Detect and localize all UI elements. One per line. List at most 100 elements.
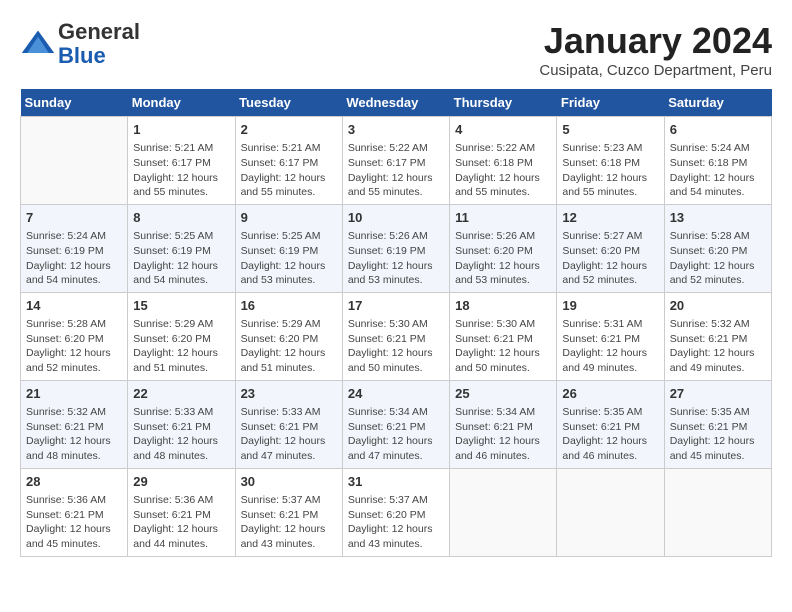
day-info: Sunrise: 5:30 AMSunset: 6:21 PMDaylight:… — [348, 317, 444, 376]
day-info: Sunrise: 5:34 AMSunset: 6:21 PMDaylight:… — [348, 405, 444, 464]
day-info: Sunrise: 5:32 AMSunset: 6:21 PMDaylight:… — [26, 405, 122, 464]
day-info: Sunrise: 5:26 AMSunset: 6:19 PMDaylight:… — [348, 229, 444, 288]
day-info: Sunrise: 5:25 AMSunset: 6:19 PMDaylight:… — [133, 229, 229, 288]
day-info: Sunrise: 5:36 AMSunset: 6:21 PMDaylight:… — [26, 493, 122, 552]
calendar-cell: 22 Sunrise: 5:33 AMSunset: 6:21 PMDayligh… — [128, 380, 235, 468]
day-number: 11 — [455, 209, 551, 227]
week-row-4: 21 Sunrise: 5:32 AMSunset: 6:21 PMDayligh… — [21, 380, 772, 468]
day-number: 21 — [26, 385, 122, 403]
day-number: 5 — [562, 121, 658, 139]
day-info: Sunrise: 5:31 AMSunset: 6:21 PMDaylight:… — [562, 317, 658, 376]
day-number: 14 — [26, 297, 122, 315]
calendar-cell: 25 Sunrise: 5:34 AMSunset: 6:21 PMDayligh… — [450, 380, 557, 468]
day-number: 4 — [455, 121, 551, 139]
calendar-cell: 27Sunrise: 5:35 AMSunset: 6:21 PMDayligh… — [664, 380, 771, 468]
calendar-cell: 1 Sunrise: 5:21 AMSunset: 6:17 PMDaylight… — [128, 117, 235, 205]
calendar-cell: 8 Sunrise: 5:25 AMSunset: 6:19 PMDaylight… — [128, 204, 235, 292]
day-info: Sunrise: 5:24 AMSunset: 6:19 PMDaylight:… — [26, 229, 122, 288]
logo-general: General — [58, 19, 140, 44]
location: Cusipata, Cuzco Department, Peru — [539, 62, 772, 79]
day-number: 29 — [133, 473, 229, 491]
day-info: Sunrise: 5:21 AMSunset: 6:17 PMDaylight:… — [133, 141, 229, 200]
col-header-wednesday: Wednesday — [342, 89, 449, 117]
day-info: Sunrise: 5:37 AMSunset: 6:20 PMDaylight:… — [348, 493, 444, 552]
day-number: 25 — [455, 385, 551, 403]
title-block: January 2024 Cusipata, Cuzco Department,… — [539, 20, 772, 79]
day-number: 30 — [241, 473, 337, 491]
day-info: Sunrise: 5:26 AMSunset: 6:20 PMDaylight:… — [455, 229, 551, 288]
calendar-cell — [664, 468, 771, 556]
col-header-thursday: Thursday — [450, 89, 557, 117]
day-info: Sunrise: 5:37 AMSunset: 6:21 PMDaylight:… — [241, 493, 337, 552]
calendar-cell — [21, 117, 128, 205]
day-info: Sunrise: 5:30 AMSunset: 6:21 PMDaylight:… — [455, 317, 551, 376]
calendar-cell: 2Sunrise: 5:21 AMSunset: 6:17 PMDaylight… — [235, 117, 342, 205]
calendar-cell: 6 Sunrise: 5:24 AMSunset: 6:18 PMDaylight… — [664, 117, 771, 205]
col-header-sunday: Sunday — [21, 89, 128, 117]
calendar-cell: 30 Sunrise: 5:37 AMSunset: 6:21 PMDayligh… — [235, 468, 342, 556]
day-info: Sunrise: 5:27 AMSunset: 6:20 PMDaylight:… — [562, 229, 658, 288]
col-header-tuesday: Tuesday — [235, 89, 342, 117]
logo-blue: Blue — [58, 43, 106, 68]
logo-icon — [20, 26, 56, 62]
calendar-cell: 20 Sunrise: 5:32 AMSunset: 6:21 PMDayligh… — [664, 292, 771, 380]
calendar-cell: 24 Sunrise: 5:34 AMSunset: 6:21 PMDayligh… — [342, 380, 449, 468]
logo: General Blue — [20, 20, 140, 68]
day-info: Sunrise: 5:32 AMSunset: 6:21 PMDaylight:… — [670, 317, 766, 376]
day-number: 22 — [133, 385, 229, 403]
day-info: Sunrise: 5:23 AMSunset: 6:18 PMDaylight:… — [562, 141, 658, 200]
day-number: 6 — [670, 121, 766, 139]
week-row-1: 1 Sunrise: 5:21 AMSunset: 6:17 PMDaylight… — [21, 117, 772, 205]
calendar-cell: 4Sunrise: 5:22 AMSunset: 6:18 PMDaylight… — [450, 117, 557, 205]
logo-text: General Blue — [58, 20, 140, 68]
week-row-2: 7Sunrise: 5:24 AMSunset: 6:19 PMDaylight… — [21, 204, 772, 292]
day-number: 23 — [241, 385, 337, 403]
day-info: Sunrise: 5:28 AMSunset: 6:20 PMDaylight:… — [670, 229, 766, 288]
col-header-monday: Monday — [128, 89, 235, 117]
day-info: Sunrise: 5:29 AMSunset: 6:20 PMDaylight:… — [241, 317, 337, 376]
col-header-friday: Friday — [557, 89, 664, 117]
day-number: 26 — [562, 385, 658, 403]
calendar-cell: 19 Sunrise: 5:31 AMSunset: 6:21 PMDayligh… — [557, 292, 664, 380]
calendar-cell: 15Sunrise: 5:29 AMSunset: 6:20 PMDayligh… — [128, 292, 235, 380]
day-number: 17 — [348, 297, 444, 315]
day-number: 18 — [455, 297, 551, 315]
calendar-cell: 7Sunrise: 5:24 AMSunset: 6:19 PMDaylight… — [21, 204, 128, 292]
day-info: Sunrise: 5:22 AMSunset: 6:17 PMDaylight:… — [348, 141, 444, 200]
day-number: 15 — [133, 297, 229, 315]
day-number: 20 — [670, 297, 766, 315]
day-number: 1 — [133, 121, 229, 139]
day-number: 9 — [241, 209, 337, 227]
calendar-cell: 23 Sunrise: 5:33 AMSunset: 6:21 PMDayligh… — [235, 380, 342, 468]
day-info: Sunrise: 5:28 AMSunset: 6:20 PMDaylight:… — [26, 317, 122, 376]
day-number: 28 — [26, 473, 122, 491]
header-row: SundayMondayTuesdayWednesdayThursdayFrid… — [21, 89, 772, 117]
day-info: Sunrise: 5:33 AMSunset: 6:21 PMDaylight:… — [241, 405, 337, 464]
calendar-cell — [450, 468, 557, 556]
day-info: Sunrise: 5:35 AMSunset: 6:21 PMDaylight:… — [562, 405, 658, 464]
day-info: Sunrise: 5:36 AMSunset: 6:21 PMDaylight:… — [133, 493, 229, 552]
week-row-3: 14 Sunrise: 5:28 AMSunset: 6:20 PMDayligh… — [21, 292, 772, 380]
day-number: 8 — [133, 209, 229, 227]
day-number: 12 — [562, 209, 658, 227]
day-info: Sunrise: 5:24 AMSunset: 6:18 PMDaylight:… — [670, 141, 766, 200]
day-info: Sunrise: 5:33 AMSunset: 6:21 PMDaylight:… — [133, 405, 229, 464]
day-info: Sunrise: 5:25 AMSunset: 6:19 PMDaylight:… — [241, 229, 337, 288]
calendar-cell: 10Sunrise: 5:26 AMSunset: 6:19 PMDayligh… — [342, 204, 449, 292]
calendar-cell: 14 Sunrise: 5:28 AMSunset: 6:20 PMDayligh… — [21, 292, 128, 380]
day-number: 16 — [241, 297, 337, 315]
calendar-cell: 31Sunrise: 5:37 AMSunset: 6:20 PMDayligh… — [342, 468, 449, 556]
day-info: Sunrise: 5:34 AMSunset: 6:21 PMDaylight:… — [455, 405, 551, 464]
calendar-table: SundayMondayTuesdayWednesdayThursdayFrid… — [20, 89, 772, 557]
day-number: 24 — [348, 385, 444, 403]
calendar-cell: 17 Sunrise: 5:30 AMSunset: 6:21 PMDayligh… — [342, 292, 449, 380]
col-header-saturday: Saturday — [664, 89, 771, 117]
calendar-cell: 28 Sunrise: 5:36 AMSunset: 6:21 PMDayligh… — [21, 468, 128, 556]
calendar-cell: 13Sunrise: 5:28 AMSunset: 6:20 PMDayligh… — [664, 204, 771, 292]
day-number: 19 — [562, 297, 658, 315]
month-title: January 2024 — [539, 20, 772, 62]
day-number: 27 — [670, 385, 766, 403]
calendar-cell: 29 Sunrise: 5:36 AMSunset: 6:21 PMDayligh… — [128, 468, 235, 556]
calendar-cell: 21 Sunrise: 5:32 AMSunset: 6:21 PMDayligh… — [21, 380, 128, 468]
day-number: 2 — [241, 121, 337, 139]
